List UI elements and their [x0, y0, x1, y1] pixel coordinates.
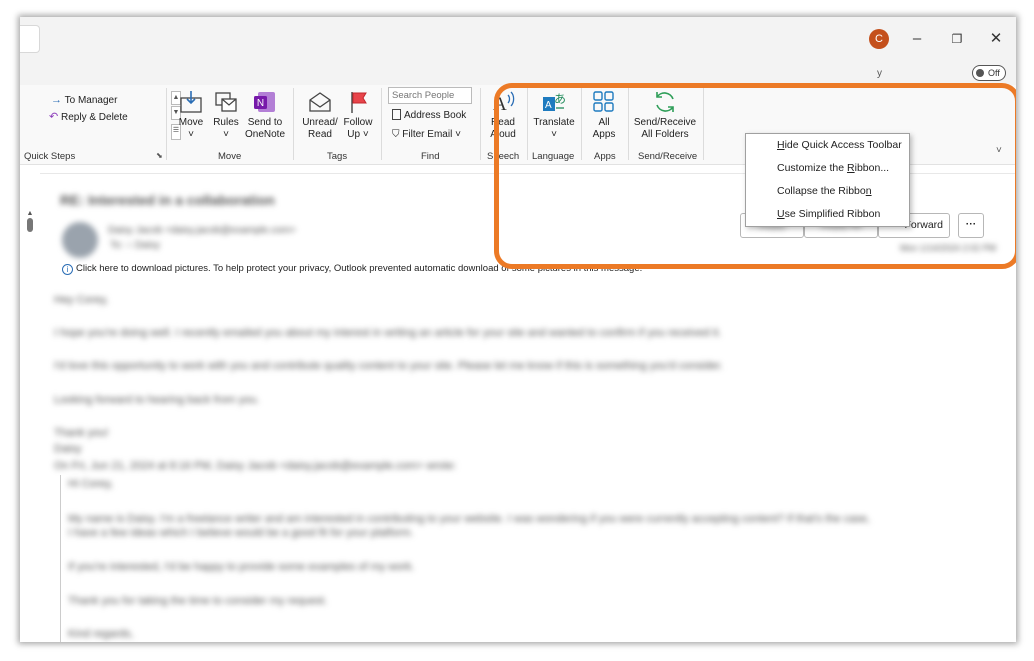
rules-icon	[215, 92, 237, 112]
arrow-right-icon: →	[51, 94, 62, 106]
reply-icon: ↶	[49, 111, 59, 123]
body-line: My name is Daisy. I'm a freelance writer…	[68, 513, 870, 525]
filter-email-label: Filter Email ˅	[402, 129, 461, 140]
body-line: Thank you!	[54, 427, 109, 439]
scrollbar[interactable]: ▲	[25, 210, 35, 640]
quick-step-reply-delete[interactable]: ↶ Reply & Delete	[49, 110, 128, 123]
sub-bar: y Off	[20, 63, 1016, 85]
flag-icon	[351, 92, 367, 113]
address-book-icon	[392, 109, 401, 120]
quick-step-label: Reply & Delete	[61, 112, 128, 123]
body-line: On Fri, Jun 21, 2024 at 8:16 PM, Daisy J…	[54, 460, 457, 472]
search-people-input[interactable]	[388, 87, 472, 104]
minimize-button[interactable]: –	[907, 29, 927, 49]
sub-bar-text: y	[877, 68, 882, 79]
group-separator	[381, 88, 382, 160]
body-line: Looking forward to hearing back from you…	[54, 394, 260, 406]
follow-label: Follow	[343, 117, 373, 128]
body-line: Thank you for taking the time to conside…	[68, 595, 328, 607]
send-to-onenote-button[interactable]: N Send to OneNote	[244, 89, 286, 141]
rules-dropdown-icon: ˅	[223, 129, 229, 140]
body-line: Kind regards,	[68, 628, 134, 640]
body-line: Hey Corey,	[54, 294, 109, 306]
rules-label: Rules	[213, 117, 239, 128]
message-subject: RE: Interested in a collaboration	[60, 192, 275, 208]
address-book-button[interactable]: Address Book	[392, 109, 466, 121]
group-label-quick-steps: Quick Steps	[24, 151, 76, 162]
quick-steps-gallery: → To Manager ↶ Reply & Delete ▲ ▼ ☰	[45, 91, 181, 141]
info-icon: i	[62, 264, 73, 275]
move-dropdown-icon: ˅	[188, 129, 194, 140]
unread-label: Unread/	[302, 117, 338, 128]
read-label: Read	[308, 129, 332, 140]
filter-icon: ⛉	[392, 129, 400, 140]
group-label-move: Move	[218, 151, 242, 162]
body-line: I hope you're doing well. I recently ema…	[54, 327, 722, 339]
body-line: I have a few ideas which I believe would…	[68, 527, 414, 539]
unread-read-button[interactable]: Unread/ Read	[300, 89, 340, 141]
avatar[interactable]: C	[869, 29, 889, 49]
body-line: Daisy	[54, 443, 82, 455]
dialog-launcher-icon[interactable]: ⬊	[156, 151, 163, 160]
group-label-tags: Tags	[327, 151, 348, 162]
sender-avatar	[62, 222, 98, 258]
group-separator	[480, 88, 481, 160]
body-line: If you're interested, I'd be happy to pr…	[68, 561, 415, 573]
outlook-window: C – ❐ ✕ y Off → To Manager ↶ Reply & Del…	[20, 17, 1016, 642]
restore-button[interactable]: ❐	[947, 29, 967, 49]
new-outlook-toggle[interactable]: Off	[972, 65, 1006, 81]
onenote-icon: N	[254, 92, 275, 112]
up-label: Up ˅	[347, 129, 369, 140]
quick-step-to-manager[interactable]: → To Manager	[51, 94, 117, 106]
rules-button[interactable]: Rules ˅	[210, 89, 242, 141]
move-label: Move	[178, 117, 204, 128]
close-button[interactable]: ✕	[986, 29, 1006, 49]
move-button[interactable]: Move ˅	[175, 89, 207, 141]
quick-step-label: To Manager	[64, 95, 118, 106]
address-book-label: Address Book	[404, 110, 467, 121]
message-to: To: ○ Daisy	[110, 240, 160, 251]
send-to-label: Send to	[247, 117, 283, 128]
highlight-annotation	[494, 83, 1016, 269]
scroll-up-arrow-icon[interactable]: ▲	[25, 210, 35, 217]
message-sender: Daisy Jacob <daisy.jacob@example.com>	[108, 225, 296, 236]
move-icon	[180, 91, 202, 113]
group-separator	[166, 88, 167, 160]
filter-email-button[interactable]: ⛉ Filter Email ˅	[392, 129, 461, 140]
quote-bar	[60, 475, 61, 642]
search-box-stub[interactable]	[20, 25, 40, 53]
follow-up-button[interactable]: Follow Up ˅	[341, 89, 375, 141]
title-bar: C – ❐ ✕	[20, 17, 1016, 63]
body-line: Hi Corey,	[68, 478, 114, 490]
envelope-icon	[309, 92, 331, 112]
body-line: I'd love this opportunity to work with y…	[54, 360, 723, 372]
scroll-thumb[interactable]	[27, 218, 33, 232]
svg-text:N: N	[257, 98, 264, 109]
group-label-find: Find	[421, 151, 440, 162]
onenote-label: OneNote	[244, 129, 286, 140]
group-separator	[293, 88, 294, 160]
